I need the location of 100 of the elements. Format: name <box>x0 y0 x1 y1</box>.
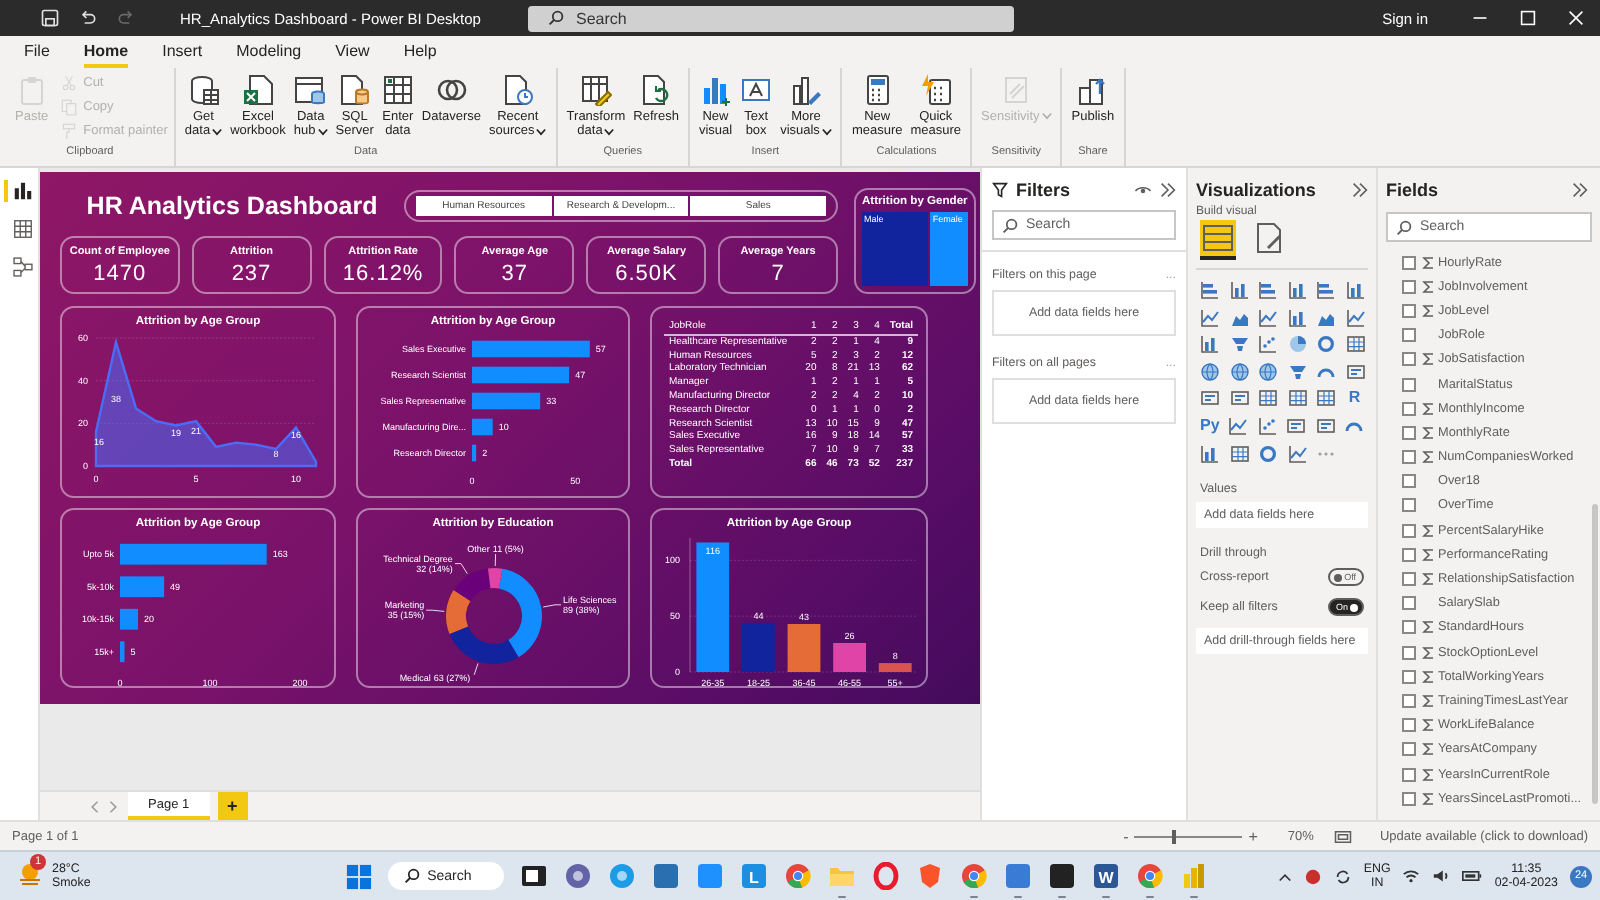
checkbox[interactable] <box>1402 645 1416 660</box>
browser-icon[interactable] <box>959 862 988 890</box>
checkbox[interactable] <box>1402 620 1416 635</box>
table-icon[interactable] <box>1287 388 1307 409</box>
checkbox[interactable] <box>1402 791 1416 806</box>
checkbox[interactable] <box>1402 377 1416 392</box>
leader-line <box>493 553 496 567</box>
leader-line <box>424 609 444 612</box>
grid-icon[interactable] <box>1200 220 1236 260</box>
line-chart-icon[interactable] <box>1345 307 1365 328</box>
donut-chart-icon[interactable] <box>1316 334 1336 355</box>
speaker-icon[interactable] <box>1432 868 1451 884</box>
checkbox[interactable] <box>1402 718 1416 733</box>
checkbox[interactable] <box>1402 498 1416 513</box>
checkbox[interactable] <box>1402 401 1416 416</box>
menu-tab[interactable]: View <box>335 42 370 68</box>
line-chart-icon[interactable] <box>1228 415 1249 436</box>
checkbox[interactable] <box>1402 669 1416 684</box>
zoom-in-button[interactable]: + <box>1248 827 1258 845</box>
copy-icon <box>59 98 78 116</box>
slider-thumb[interactable] <box>1172 829 1177 843</box>
zoom-out-button[interactable]: - <box>1123 827 1129 845</box>
checkbox[interactable] <box>1402 572 1416 587</box>
window-icon[interactable] <box>519 862 548 890</box>
globe-icon[interactable] <box>1258 361 1278 382</box>
card-icon[interactable] <box>1286 415 1307 436</box>
card-icon[interactable] <box>1315 415 1336 436</box>
checkbox[interactable] <box>1402 450 1416 465</box>
add-page-button[interactable]: + <box>217 792 248 820</box>
shield-icon[interactable] <box>915 862 944 890</box>
table-icon[interactable] <box>1345 334 1365 355</box>
menu-tab[interactable]: Home <box>83 42 129 68</box>
collapse-icon[interactable] <box>1160 182 1176 198</box>
menu-tab[interactable]: Modeling <box>236 42 302 68</box>
checkbox[interactable] <box>1402 328 1416 343</box>
menu-tab[interactable]: Help <box>403 42 437 68</box>
checkbox[interactable] <box>1402 474 1416 489</box>
app-icon[interactable] <box>1047 862 1076 890</box>
chevron-up-icon[interactable] <box>1277 871 1292 881</box>
scrollbar[interactable] <box>1592 504 1598 804</box>
globe-icon[interactable] <box>1200 361 1220 382</box>
line-chart-icon[interactable] <box>1258 307 1278 328</box>
line-chart-icon[interactable] <box>1200 307 1220 328</box>
funnel-icon[interactable] <box>1287 361 1307 382</box>
pie-chart-icon[interactable] <box>1287 334 1307 355</box>
card-icon[interactable] <box>1229 388 1249 409</box>
eye-icon[interactable] <box>1134 183 1152 197</box>
ring-icon[interactable] <box>871 862 900 890</box>
line-chart-icon[interactable] <box>1287 443 1307 464</box>
checkbox[interactable] <box>1402 303 1416 318</box>
table-icon[interactable] <box>1316 388 1336 409</box>
four-squares-icon[interactable] <box>345 863 372 889</box>
collapse-icon[interactable] <box>1352 182 1368 198</box>
column-chart-icon[interactable] <box>1200 334 1220 355</box>
scatter-plot-icon[interactable] <box>1257 415 1278 436</box>
kpi-value: 1470 <box>93 261 147 285</box>
browser-icon[interactable] <box>1135 862 1164 890</box>
checkbox[interactable] <box>1402 425 1416 440</box>
undo-icon[interactable] <box>78 8 98 28</box>
checkbox[interactable] <box>1402 693 1416 708</box>
visual-type-button[interactable]: R <box>1345 388 1364 409</box>
close-icon[interactable] <box>1568 10 1584 26</box>
column-chart-icon[interactable] <box>1287 280 1307 300</box>
battery-icon[interactable] <box>1462 870 1483 882</box>
maximize-icon[interactable] <box>1520 10 1536 26</box>
checkbox[interactable] <box>1402 255 1416 270</box>
previous-icon[interactable] <box>88 799 100 813</box>
bar <box>786 624 820 672</box>
checkbox[interactable] <box>1402 767 1416 782</box>
wifi-icon[interactable] <box>1402 868 1421 884</box>
search-field[interactable]: Search <box>528 5 1014 31</box>
fit-page-icon[interactable] <box>1333 829 1352 843</box>
app-icon[interactable]: L <box>739 862 768 890</box>
column-chart-icon[interactable] <box>1200 443 1220 464</box>
next-icon[interactable] <box>108 799 120 813</box>
visual-type-button[interactable]: Py <box>1200 415 1220 436</box>
collapse-icon[interactable] <box>1572 182 1588 198</box>
column-chart-icon[interactable] <box>1345 280 1365 300</box>
table-icon[interactable] <box>1229 443 1249 464</box>
card-icon[interactable] <box>1200 388 1220 409</box>
checkbox[interactable] <box>1402 742 1416 757</box>
table-icon[interactable] <box>1258 388 1278 409</box>
checkbox[interactable] <box>1402 523 1416 538</box>
card-icon[interactable] <box>1345 361 1365 382</box>
menu-tab[interactable]: Insert <box>162 42 203 68</box>
app-icon[interactable]: W <box>1091 862 1120 890</box>
scatter-plot-icon[interactable] <box>1258 334 1278 355</box>
save-icon[interactable] <box>40 8 60 28</box>
checkbox[interactable] <box>1402 547 1416 562</box>
menu-tab[interactable]: File <box>24 42 50 68</box>
funnel-icon[interactable] <box>1229 334 1249 355</box>
checkbox[interactable] <box>1402 596 1416 611</box>
donut-chart-icon[interactable] <box>1258 443 1278 464</box>
globe-icon[interactable] <box>1229 361 1249 382</box>
column-chart-icon[interactable] <box>1287 307 1307 328</box>
checkbox[interactable] <box>1402 279 1416 294</box>
checkbox[interactable] <box>1402 352 1416 367</box>
column-chart-icon[interactable] <box>1229 280 1249 300</box>
sync-icon[interactable] <box>1333 867 1352 885</box>
browser-icon[interactable] <box>783 862 812 890</box>
